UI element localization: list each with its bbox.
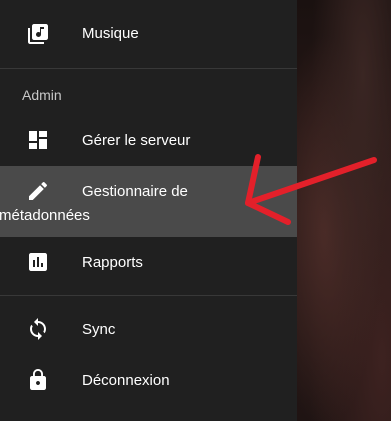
nav-item-sync-label: Sync [82,321,116,338]
nav-item-metadata-manager-label-line2: métadonnées [0,207,90,224]
nav-item-music[interactable]: Musique [0,14,297,54]
nav-item-logout-label: Déconnexion [82,372,170,389]
pencil-icon [26,179,50,203]
background-image [297,0,391,421]
dashboard-icon [26,128,50,152]
bar-chart-icon [26,250,50,274]
section-heading-admin: Admin [22,87,62,103]
lock-icon [26,368,50,392]
navigation-drawer: Musique Admin Gérer le serveur Gestionna… [0,0,297,421]
nav-item-reports-label: Rapports [82,254,143,271]
nav-item-music-label: Musique [82,25,139,42]
nav-item-logout[interactable]: Déconnexion [0,360,297,400]
nav-item-metadata-manager-label-line1: Gestionnaire de [82,183,188,200]
nav-item-reports[interactable]: Rapports [0,242,297,282]
nav-item-metadata-manager[interactable]: Gestionnaire de métadonnées [0,166,297,237]
music-note-icon [26,22,50,46]
sync-icon [26,317,50,341]
divider [0,68,297,69]
nav-item-manage-server[interactable]: Gérer le serveur [0,120,297,160]
nav-item-manage-server-label: Gérer le serveur [82,132,191,149]
divider [0,295,297,296]
nav-item-sync[interactable]: Sync [0,309,297,349]
